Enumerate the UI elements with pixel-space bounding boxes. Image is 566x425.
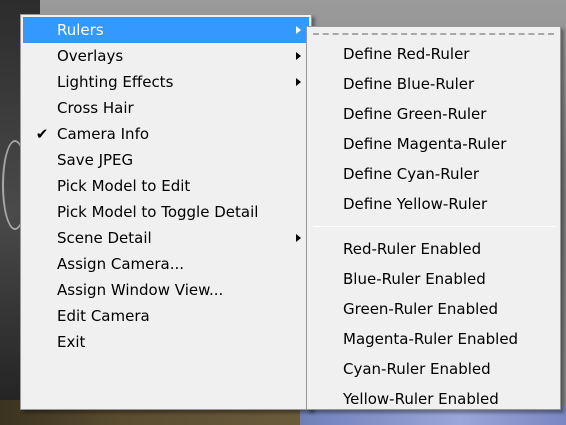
submenu-item-label: Blue-Ruler Enabled [343, 270, 486, 288]
menu-item-save-jpeg[interactable]: Save JPEG [23, 147, 309, 173]
menu-item-label: Save JPEG [57, 151, 134, 169]
menu-item-exit[interactable]: Exit [23, 329, 309, 355]
menu-item-label: Assign Window View... [57, 281, 224, 299]
submenu-arrow-icon [296, 234, 301, 242]
menu-item-pick-model-to-edit[interactable]: Pick Model to Edit [23, 173, 309, 199]
rulers-submenu: Define Red-Ruler Define Blue-Ruler Defin… [306, 26, 561, 410]
submenu-arrow-icon [296, 26, 301, 34]
scene-background: Rulers Overlays Lighting Effects Cross H… [0, 0, 566, 425]
submenu-item-label: Define Green-Ruler [343, 105, 487, 123]
menu-item-assign-camera[interactable]: Assign Camera... [23, 251, 309, 277]
submenu-item-blue-ruler-enabled[interactable]: Blue-Ruler Enabled [307, 264, 560, 294]
submenu-item-red-ruler-enabled[interactable]: Red-Ruler Enabled [307, 234, 560, 264]
submenu-item-label: Cyan-Ruler Enabled [343, 360, 491, 378]
menu-item-label: Pick Model to Edit [57, 177, 191, 195]
context-menu: Rulers Overlays Lighting Effects Cross H… [20, 14, 312, 410]
submenu-item-yellow-ruler-enabled[interactable]: Yellow-Ruler Enabled [307, 384, 560, 414]
menu-item-lighting-effects[interactable]: Lighting Effects [23, 69, 309, 95]
submenu-item-label: Magenta-Ruler Enabled [343, 330, 519, 348]
menu-item-label: Overlays [57, 47, 124, 65]
submenu-item-green-ruler-enabled[interactable]: Green-Ruler Enabled [307, 294, 560, 324]
submenu-arrow-icon [296, 78, 301, 86]
menu-item-label: Scene Detail [57, 229, 152, 247]
submenu-item-magenta-ruler-enabled[interactable]: Magenta-Ruler Enabled [307, 324, 560, 354]
menu-item-label: Assign Camera... [57, 255, 185, 273]
submenu-item-label: Define Cyan-Ruler [343, 165, 480, 183]
submenu-item-label: Green-Ruler Enabled [343, 300, 499, 318]
submenu-item-define-yellow-ruler[interactable]: Define Yellow-Ruler [307, 189, 560, 219]
checkmark-icon: ✔ [35, 125, 49, 143]
submenu-item-label: Define Blue-Ruler [343, 75, 475, 93]
menu-item-label: Lighting Effects [57, 73, 174, 91]
submenu-item-label: Yellow-Ruler Enabled [343, 390, 499, 408]
submenu-item-label: Define Red-Ruler [343, 45, 470, 63]
menu-item-cross-hair[interactable]: Cross Hair [23, 95, 309, 121]
submenu-arrow-icon [296, 52, 301, 60]
menu-item-label: Cross Hair [57, 99, 134, 117]
menu-item-rulers[interactable]: Rulers [23, 17, 309, 43]
menu-item-label: Edit Camera [57, 307, 150, 325]
menu-item-label: Rulers [57, 21, 104, 39]
menu-item-assign-window-view[interactable]: Assign Window View... [23, 277, 309, 303]
menu-separator [313, 226, 556, 227]
submenu-item-label: Define Yellow-Ruler [343, 195, 488, 213]
submenu-item-define-magenta-ruler[interactable]: Define Magenta-Ruler [307, 129, 560, 159]
tearoff-dashed-line[interactable] [313, 33, 554, 35]
submenu-item-label: Define Magenta-Ruler [343, 135, 507, 153]
submenu-item-cyan-ruler-enabled[interactable]: Cyan-Ruler Enabled [307, 354, 560, 384]
menu-item-label: Pick Model to Toggle Detail [57, 203, 259, 221]
menu-item-camera-info[interactable]: ✔ Camera Info [23, 121, 309, 147]
submenu-item-define-blue-ruler[interactable]: Define Blue-Ruler [307, 69, 560, 99]
submenu-item-label: Red-Ruler Enabled [343, 240, 482, 258]
submenu-item-define-cyan-ruler[interactable]: Define Cyan-Ruler [307, 159, 560, 189]
menu-item-label: Exit [57, 333, 86, 351]
menu-item-pick-model-to-toggle-detail[interactable]: Pick Model to Toggle Detail [23, 199, 309, 225]
menu-item-edit-camera[interactable]: Edit Camera [23, 303, 309, 329]
menu-item-overlays[interactable]: Overlays [23, 43, 309, 69]
menu-item-label: Camera Info [57, 125, 150, 143]
menu-item-scene-detail[interactable]: Scene Detail [23, 225, 309, 251]
submenu-item-define-green-ruler[interactable]: Define Green-Ruler [307, 99, 560, 129]
submenu-item-define-red-ruler[interactable]: Define Red-Ruler [307, 39, 560, 69]
